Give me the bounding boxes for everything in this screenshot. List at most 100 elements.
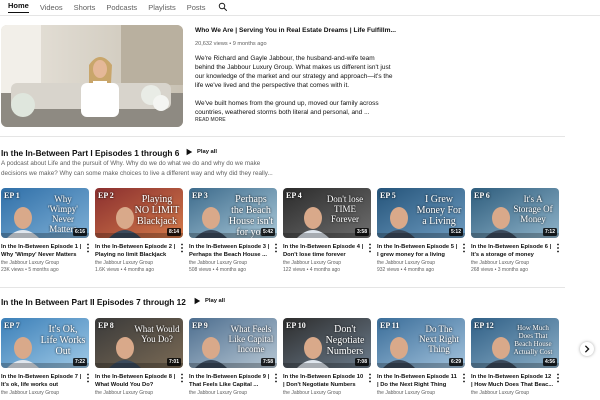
duration-badge: 7:58 (260, 358, 275, 366)
episode-label: EP 12 (474, 321, 494, 330)
kebab-menu-icon[interactable] (368, 373, 372, 383)
section-divider (0, 287, 565, 288)
kebab-menu-icon[interactable] (462, 243, 466, 253)
channel-name[interactable]: the Jabbour Luxury Group (471, 390, 559, 396)
episode-label: EP 5 (380, 191, 396, 200)
video-card[interactable]: EP 1 Why 'Wimpy' Never Matters 6:16 In the … (1, 188, 89, 273)
chevron-right-icon (584, 345, 590, 353)
video-thumbnail[interactable]: EP 1 Why 'Wimpy' Never Matters 6:16 (1, 188, 89, 238)
video-thumbnail[interactable]: EP 3 Perhaps the Beach House isn't for yo… (189, 188, 277, 238)
tab-podcasts[interactable]: Podcasts (106, 3, 137, 12)
video-thumbnail[interactable]: EP 2 Playing NO LIMIT Blackjack 8:14 (95, 188, 183, 238)
thumbnail-caption: Don't lose TIME Forever (326, 194, 364, 224)
duration-badge: 6:16 (72, 228, 87, 236)
video-card[interactable]: EP 10 Don't Negotiate Numbers 7:08 In the I… (283, 318, 371, 397)
play-all-label: Play all (205, 298, 225, 304)
featured-video-description: We're Richard and Gayle Jabbour, the hus… (195, 54, 395, 126)
kebab-menu-icon[interactable] (274, 373, 278, 383)
featured-video-thumbnail[interactable] (1, 25, 183, 127)
video-card[interactable]: EP 11 Do The Next Right Thing 6:29 In the I… (377, 318, 465, 397)
video-title[interactable]: In the In-Between Episode 6 | It's a sto… (471, 243, 554, 259)
play-all-button[interactable]: Play all (193, 297, 225, 305)
video-card[interactable]: EP 12 How Much Does That Beach House Actu… (471, 318, 559, 397)
shelf-next-button[interactable] (580, 342, 594, 356)
episode-label: EP 10 (286, 321, 306, 330)
kebab-menu-icon[interactable] (274, 243, 278, 253)
tab-playlists[interactable]: Playlists (148, 3, 176, 12)
read-more-link[interactable]: READ MORE (195, 117, 226, 123)
kebab-menu-icon[interactable] (462, 373, 466, 383)
video-thumbnail[interactable]: EP 8 What Would You Do? 7:01 (95, 318, 183, 368)
video-card[interactable]: EP 3 Perhaps the Beach House isn't for yo… (189, 188, 277, 273)
video-title[interactable]: In the In-Between Episode 10 | Don't Neg… (283, 373, 366, 389)
video-card[interactable]: EP 5 I Grew Money For a Living 5:12 In the … (377, 188, 465, 273)
video-meta: 1.6K views • 4 months ago (95, 267, 155, 273)
video-thumbnail[interactable]: EP 4 Don't lose TIME Forever 3:58 (283, 188, 371, 238)
thumbnail-caption: It's A Storage Of Money (513, 194, 553, 224)
kebab-menu-icon[interactable] (368, 243, 372, 253)
video-thumbnail[interactable]: EP 12 How Much Does That Beach House Actu… (471, 318, 559, 368)
video-card[interactable]: EP 7 It's Ok, Life Works Out 7:22 In the In… (1, 318, 89, 397)
duration-badge: 5:12 (448, 228, 463, 236)
channel-name[interactable]: the Jabbour Luxury Group (189, 260, 277, 266)
kebab-menu-icon[interactable] (556, 243, 560, 253)
video-thumbnail[interactable]: EP 7 It's Ok, Life Works Out 7:22 (1, 318, 89, 368)
video-thumbnail[interactable]: EP 5 I Grew Money For a Living 5:12 (377, 188, 465, 238)
section-title[interactable]: In the In Between Part II Episodes 7 thr… (1, 297, 186, 307)
video-title[interactable]: In the In-Between Episode 3 | Perhaps th… (189, 243, 272, 259)
play-icon (194, 297, 201, 305)
video-title[interactable]: In the In-Between Episode 5 | I grew mon… (377, 243, 460, 259)
channel-name[interactable]: the Jabbour Luxury Group (189, 390, 277, 396)
video-shelf-2: EP 7 It's Ok, Life Works Out 7:22 In the In… (1, 318, 600, 400)
video-title[interactable]: In the In-Between Episode 7 | It's ok, l… (1, 373, 84, 389)
thumbnail-caption: Do The Next Right Thing (419, 324, 459, 354)
video-thumbnail[interactable]: EP 9 What Feels Like Capital Income 7:58 (189, 318, 277, 368)
channel-name[interactable]: the Jabbour Luxury Group (471, 260, 559, 266)
video-card[interactable]: EP 6 It's A Storage Of Money 7:12 In the In… (471, 188, 559, 273)
section-description: A podcast about Life and the pursuit of … (1, 159, 286, 179)
tab-posts[interactable]: Posts (187, 3, 206, 12)
channel-name[interactable]: the Jabbour Luxury Group (283, 390, 371, 396)
tab-videos[interactable]: Videos (40, 3, 63, 12)
featured-video-meta: 20,632 views • 9 months ago (195, 41, 267, 47)
channel-tabs: Home Videos Shorts Podcasts Playlists Po… (0, 0, 600, 14)
video-title[interactable]: In the In-Between Episode 2 | Playing no… (95, 243, 178, 259)
video-card[interactable]: EP 9 What Feels Like Capital Income 7:58 In… (189, 318, 277, 397)
kebab-menu-icon[interactable] (86, 373, 90, 383)
video-card[interactable]: EP 4 Don't lose TIME Forever 3:58 In the In… (283, 188, 371, 273)
duration-badge: 4:56 (542, 358, 557, 366)
video-thumbnail[interactable]: EP 11 Do The Next Right Thing 6:29 (377, 318, 465, 368)
video-meta: 932 views • 4 months ago (377, 267, 435, 273)
video-title[interactable]: In the In-Between Episode 1 | Why 'Wimpy… (1, 243, 84, 259)
video-title[interactable]: In the In-Between Episode 8 | What Would… (95, 373, 178, 389)
kebab-menu-icon[interactable] (180, 243, 184, 253)
video-card[interactable]: EP 2 Playing NO LIMIT Blackjack 8:14 In the… (95, 188, 183, 273)
channel-name[interactable]: the Jabbour Luxury Group (95, 260, 183, 266)
video-title[interactable]: In the In-Between Episode 12 | How Much … (471, 373, 554, 389)
kebab-menu-icon[interactable] (86, 243, 90, 253)
search-icon[interactable] (218, 2, 228, 12)
tab-shorts[interactable]: Shorts (74, 3, 96, 12)
video-card[interactable]: EP 8 What Would You Do? 7:01 In the In-Betw… (95, 318, 183, 397)
tab-home[interactable]: Home (8, 1, 29, 13)
kebab-menu-icon[interactable] (180, 373, 184, 383)
featured-video-title[interactable]: Who We Are | Serving You in Real Estate … (195, 27, 595, 34)
channel-name[interactable]: the Jabbour Luxury Group (1, 390, 89, 396)
section-description-text: A podcast about Life and the pursuit of … (1, 160, 273, 177)
channel-name[interactable]: the Jabbour Luxury Group (377, 260, 465, 266)
video-title[interactable]: In the In-Between Episode 11 | Do the Ne… (377, 373, 460, 389)
video-thumbnail[interactable]: EP 10 Don't Negotiate Numbers 7:08 (283, 318, 371, 368)
channel-name[interactable]: the Jabbour Luxury Group (283, 260, 371, 266)
section-title[interactable]: In the In-Between Part I Episodes 1 thro… (1, 148, 179, 158)
channel-name[interactable]: the Jabbour Luxury Group (1, 260, 89, 266)
video-title[interactable]: In the In-Between Episode 9 | That Feels… (189, 373, 272, 389)
kebab-menu-icon[interactable] (556, 373, 560, 383)
thumbnail-caption: How Much Does That Beach House Actually … (513, 324, 553, 356)
video-thumbnail[interactable]: EP 6 It's A Storage Of Money 7:12 (471, 188, 559, 238)
video-title[interactable]: In the In-Between Episode 4 | Don't lose… (283, 243, 366, 259)
duration-badge: 6:29 (448, 358, 463, 366)
channel-name[interactable]: the Jabbour Luxury Group (95, 390, 183, 396)
featured-desc-paragraph-1: We're Richard and Gayle Jabbour, the hus… (195, 55, 393, 89)
channel-name[interactable]: the Jabbour Luxury Group (377, 390, 465, 396)
play-all-button[interactable]: Play all (185, 148, 217, 156)
